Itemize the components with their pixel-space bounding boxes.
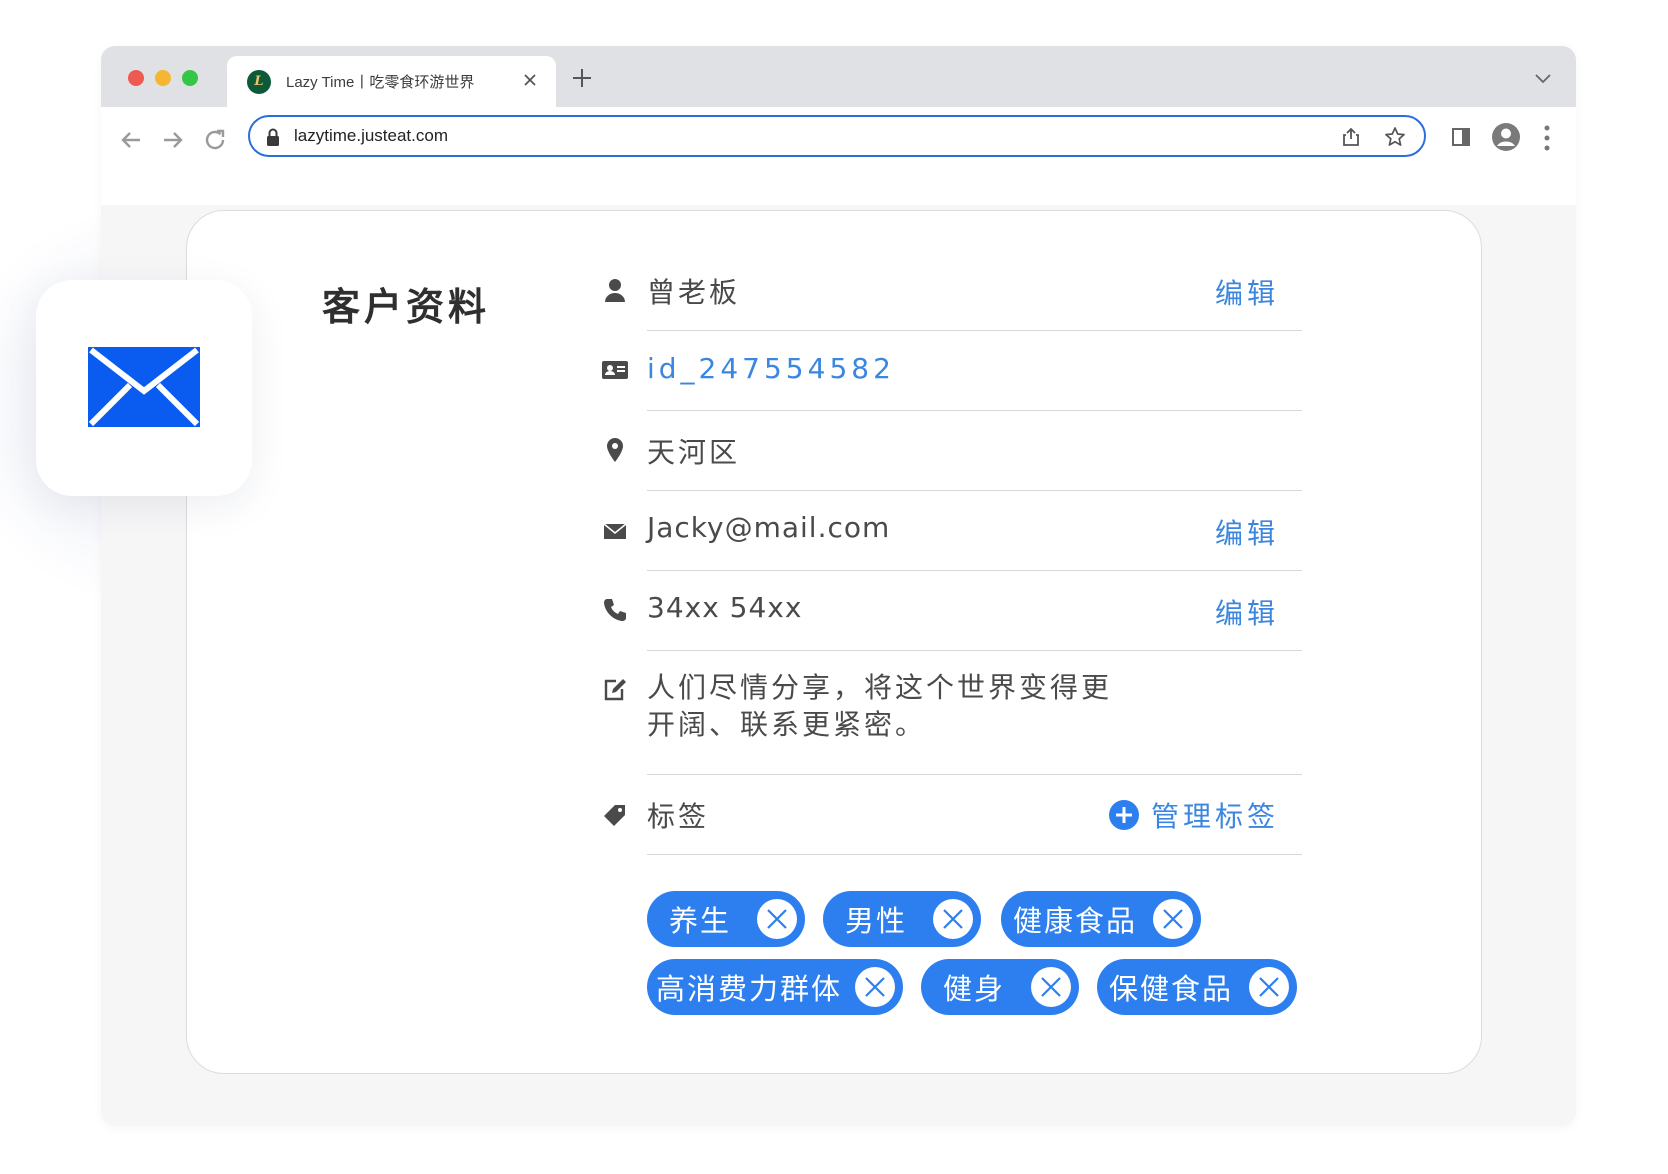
forward-arrow-icon[interactable] [160, 127, 186, 153]
remove-tag-icon[interactable] [855, 967, 895, 1007]
close-window-button[interactable] [128, 70, 144, 86]
url-text[interactable]: lazytime.justeat.com [294, 126, 448, 146]
customer-district: 天河区 [647, 436, 741, 469]
tab-title: Lazy Time丨吃零食环游世界 [286, 74, 475, 91]
tag-chip[interactable]: 养生 [647, 891, 805, 947]
user-icon [602, 277, 628, 303]
tag-chip-label: 养生 [668, 904, 731, 938]
id-row: id_247554582 [602, 331, 1302, 411]
customer-email: Jacky@mail.com [647, 511, 891, 544]
mail-app-badge [36, 280, 252, 496]
page-title: 客户资料 [322, 285, 491, 329]
mail-icon [88, 347, 200, 427]
divider [647, 854, 1302, 855]
phone-icon [602, 597, 628, 623]
chevron-down-icon[interactable] [1534, 70, 1552, 84]
tag-chip[interactable]: 保健食品 [1097, 959, 1297, 1015]
customer-note: 人们尽情分享，将这个世界变得更 开阔、联系更紧密。 [647, 669, 1127, 743]
edit-phone-button[interactable]: 编辑 [1215, 592, 1279, 632]
favicon-icon: L [247, 69, 271, 94]
remove-tag-icon[interactable] [933, 899, 973, 939]
tag-chip[interactable]: 男性 [823, 891, 981, 947]
minimize-window-button[interactable] [155, 70, 171, 86]
name-row: 曾老板 编辑 [602, 251, 1302, 331]
email-row: Jacky@mail.com 编辑 [602, 491, 1302, 571]
location-pin-icon [602, 437, 628, 463]
tags-row: 标签 管理标签 [602, 775, 1302, 855]
browser-toolbar: lazytime.justeat.com [101, 107, 1576, 205]
tag-chip-label: 男性 [844, 904, 907, 938]
maximize-window-button[interactable] [182, 70, 198, 86]
note-line-2: 开阔、联系更紧密。 [647, 708, 927, 741]
address-bar[interactable]: lazytime.justeat.com [248, 115, 1426, 157]
new-tab-icon[interactable] [570, 66, 594, 90]
browser-tab[interactable]: L Lazy Time丨吃零食环游世界 [227, 56, 556, 107]
tags-label: 标签 [647, 800, 710, 833]
remove-tag-icon[interactable] [1249, 967, 1289, 1007]
edit-note-icon [602, 677, 628, 703]
customer-phone: 34xx 54xx [647, 591, 803, 624]
side-panel-icon[interactable] [1450, 126, 1472, 148]
remove-tag-icon[interactable] [1153, 899, 1193, 939]
tag-chip-label: 健康食品 [1012, 904, 1137, 938]
tag-chip-label: 保健食品 [1108, 972, 1233, 1006]
tag-chip-label: 高消费力群体 [655, 972, 842, 1006]
note-row: 人们尽情分享，将这个世界变得更 开阔、联系更紧密。 [602, 651, 1302, 775]
tag-icon [602, 802, 628, 828]
envelope-icon [602, 518, 628, 544]
back-arrow-icon[interactable] [118, 127, 144, 153]
phone-row: 34xx 54xx 编辑 [602, 571, 1302, 651]
tag-chip-label: 健身 [942, 972, 1005, 1006]
lock-icon[interactable] [264, 127, 282, 147]
tab-bar: L Lazy Time丨吃零食环游世界 [101, 46, 1576, 107]
manage-tags-label: 管理标签 [1150, 800, 1279, 833]
note-line-1: 人们尽情分享，将这个世界变得更 [647, 671, 1113, 704]
customer-name: 曾老板 [647, 276, 741, 309]
profile-avatar-icon[interactable] [1491, 122, 1521, 152]
star-icon[interactable] [1384, 126, 1406, 148]
edit-email-button[interactable]: 编辑 [1215, 512, 1279, 552]
plus-circle-icon [1108, 800, 1139, 830]
tag-chip[interactable]: 健康食品 [1001, 891, 1201, 947]
tag-chip[interactable]: 健身 [921, 959, 1079, 1015]
reload-icon[interactable] [202, 127, 228, 153]
customer-id: id_247554582 [647, 352, 895, 385]
tag-chip[interactable]: 高消费力群体 [647, 959, 903, 1015]
remove-tag-icon[interactable] [757, 899, 797, 939]
customer-profile-card: 客户资料 曾老板 编辑 id_247554582 天河区 Jacky@mail.… [186, 210, 1482, 1074]
id-card-icon [602, 357, 628, 383]
share-icon[interactable] [1340, 126, 1362, 148]
manage-tags-button[interactable]: 管理标签 [1108, 795, 1279, 835]
close-tab-icon[interactable] [520, 70, 540, 90]
remove-tag-icon[interactable] [1031, 967, 1071, 1007]
location-row: 天河区 [602, 411, 1302, 491]
edit-name-button[interactable]: 编辑 [1215, 272, 1279, 312]
menu-dots-icon[interactable] [1543, 124, 1551, 152]
